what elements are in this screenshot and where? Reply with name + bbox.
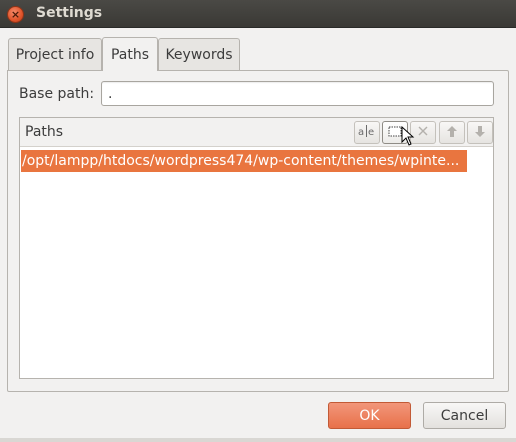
arrow-up-icon: [446, 125, 458, 141]
tab-project-info[interactable]: Project info: [8, 38, 102, 70]
base-path-label: Base path:: [19, 86, 95, 102]
rename-path-button[interactable]: a e: [354, 121, 380, 144]
move-up-button[interactable]: [439, 121, 465, 144]
svg-text:e: e: [368, 127, 374, 138]
tab-label: Keywords: [165, 46, 233, 63]
window-edge: [0, 438, 516, 442]
delete-icon: [417, 125, 429, 140]
tab-label: Project info: [15, 46, 95, 63]
ok-button[interactable]: OK: [328, 402, 411, 429]
add-folder-icon: [388, 125, 402, 140]
base-path-input[interactable]: [101, 81, 494, 106]
tab-keywords[interactable]: Keywords: [158, 38, 240, 70]
tab-label: Paths: [110, 46, 150, 63]
close-icon: ×: [10, 8, 21, 21]
arrow-down-icon: [474, 125, 486, 141]
paths-header-label: Paths: [25, 124, 64, 140]
svg-text:a: a: [358, 127, 364, 138]
cancel-button[interactable]: Cancel: [423, 402, 506, 429]
tab-paths[interactable]: Paths: [102, 37, 158, 71]
close-window-button[interactable]: ×: [7, 6, 24, 23]
window-title: Settings: [36, 5, 103, 21]
rename-icon: a e: [358, 124, 376, 141]
mouse-pointer-icon: [401, 126, 415, 146]
list-item[interactable]: /opt/lampp/htdocs/wordpress474/wp-conten…: [21, 150, 467, 172]
move-down-button[interactable]: [467, 121, 493, 144]
